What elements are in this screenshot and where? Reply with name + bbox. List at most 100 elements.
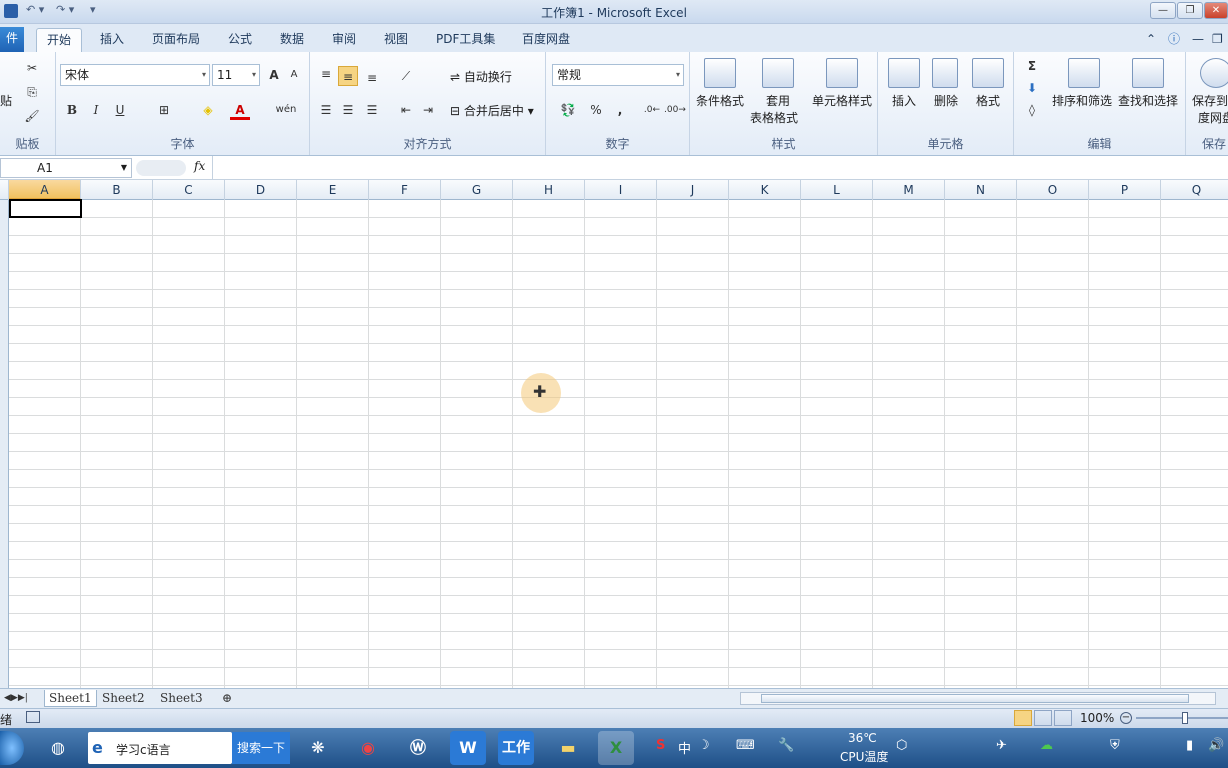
column-header[interactable]: H	[513, 180, 585, 200]
comma-button[interactable]: ,	[610, 100, 630, 120]
zoom-thumb[interactable]	[1182, 712, 1188, 724]
volume-icon[interactable]: 🔊	[1208, 738, 1224, 753]
column-header[interactable]: G	[441, 180, 513, 200]
sogou-ime-icon[interactable]: S	[656, 738, 665, 753]
copy-icon[interactable]: ⎘	[22, 82, 42, 102]
tab-home[interactable]: 开始	[36, 28, 83, 52]
underline-button[interactable]: U	[110, 100, 130, 120]
number-format-select[interactable]: 常规 ▾	[552, 64, 684, 86]
signal-icon[interactable]: ▮	[1186, 738, 1193, 753]
tab-review[interactable]: 审阅	[322, 28, 366, 52]
page-layout-view-icon[interactable]	[1034, 710, 1052, 726]
keyboard-icon[interactable]: ⌨	[736, 738, 755, 753]
column-header[interactable]: N	[945, 180, 1017, 200]
font-family-select[interactable]: 宋体 ▾	[60, 64, 210, 86]
horizontal-scrollbar[interactable]	[740, 692, 1216, 705]
tray-icon-a[interactable]: ✈	[996, 738, 1007, 753]
cut-icon[interactable]: ✂	[22, 58, 42, 78]
insert-cells-button[interactable]: 插入	[892, 92, 916, 109]
phonetic-button[interactable]: wén	[272, 100, 300, 120]
column-header[interactable]: Q	[1161, 180, 1228, 200]
align-bottom-icon[interactable]: ≡	[362, 68, 382, 88]
grow-font-button[interactable]: A	[264, 65, 284, 85]
shield-icon[interactable]: ⛨	[1110, 738, 1120, 753]
border-icon[interactable]: ⊞	[154, 100, 174, 120]
clear-icon[interactable]: ◊	[1022, 100, 1042, 120]
doc-minimize-icon[interactable]: —	[1192, 28, 1204, 52]
paste-button[interactable]: 贴	[0, 92, 12, 109]
restore-button[interactable]: ❐	[1177, 2, 1203, 19]
search-button[interactable]: 搜索一下	[232, 732, 290, 764]
close-button[interactable]: ✕	[1204, 2, 1228, 19]
tab-file[interactable]: 件	[0, 27, 25, 52]
sheet-tab-2[interactable]: Sheet2	[102, 690, 145, 707]
ime-moon-icon[interactable]: ☽	[698, 738, 710, 753]
tab-page-layout[interactable]: 页面布局	[142, 28, 210, 52]
tab-view[interactable]: 视图	[374, 28, 418, 52]
page-break-view-icon[interactable]	[1054, 710, 1072, 726]
accounting-format-icon[interactable]: 💱	[554, 100, 582, 120]
minimize-button[interactable]: —	[1150, 2, 1176, 19]
sheet-tab-3[interactable]: Sheet3	[160, 690, 203, 707]
tools-icon[interactable]: 🔧	[778, 738, 794, 753]
insert-function-button[interactable]: fx	[194, 159, 205, 173]
new-sheet-icon[interactable]: ⊕	[222, 690, 232, 707]
shrink-font-button[interactable]: A	[284, 65, 304, 85]
column-header[interactable]: A	[9, 180, 81, 200]
align-right-icon[interactable]: ☰	[362, 100, 382, 120]
format-painter-icon[interactable]: 🖌	[22, 106, 42, 126]
fill-icon[interactable]: ⬇	[1022, 78, 1042, 98]
autosum-button[interactable]: Σ	[1022, 56, 1042, 76]
tab-insert[interactable]: 插入	[90, 28, 134, 52]
name-box[interactable]: A1 ▼	[0, 158, 132, 178]
ime-mode[interactable]: 中	[678, 738, 691, 757]
collapse-ribbon-icon[interactable]: ⌃	[1146, 28, 1156, 52]
column-header[interactable]: I	[585, 180, 657, 200]
row-headers[interactable]	[0, 200, 9, 688]
doc-restore-icon[interactable]: ❐	[1212, 28, 1223, 52]
zoom-out-icon[interactable]: −	[1120, 712, 1132, 724]
column-header[interactable]: E	[297, 180, 369, 200]
sheet-tab-1[interactable]: Sheet1	[44, 690, 97, 707]
work-app-icon[interactable]: 工作	[498, 731, 534, 765]
sheet-first-icon[interactable]: ◀▶▶|	[4, 690, 28, 707]
conditional-format-button[interactable]: 条件格式	[696, 92, 744, 109]
merge-center-button[interactable]: ⊟ 合并后居中 ▾	[450, 102, 534, 119]
ie-search-box[interactable]: e 学习c语言	[88, 732, 232, 764]
find-select-button[interactable]: 查找和选择	[1118, 92, 1178, 109]
align-center-icon[interactable]: ☰	[338, 100, 358, 120]
chrome-icon[interactable]: ◉	[350, 731, 386, 765]
sort-filter-button[interactable]: 排序和筛选	[1052, 92, 1112, 109]
cell-styles-button[interactable]: 单元格样式	[812, 92, 872, 109]
active-cell-a1[interactable]	[9, 199, 82, 218]
save-to-netdisk-line2[interactable]: 度网盘	[1198, 109, 1228, 126]
decrease-indent-icon[interactable]: ⇤	[396, 100, 416, 120]
font-size-select[interactable]: 11 ▾	[212, 64, 260, 86]
wrap-text-button[interactable]: ⇌ 自动换行	[450, 68, 512, 85]
column-header[interactable]: B	[81, 180, 153, 200]
percent-button[interactable]: %	[586, 100, 606, 120]
increase-indent-icon[interactable]: ⇥	[418, 100, 438, 120]
decrease-decimal-icon[interactable]: .00→	[664, 100, 686, 120]
align-left-icon[interactable]: ☰	[316, 100, 336, 120]
worksheet-grid[interactable]: A B C D E F G H I J K L M N O P Q ✚	[0, 180, 1228, 688]
excel-taskbar-icon[interactable]: X	[598, 731, 634, 765]
column-header[interactable]: O	[1017, 180, 1089, 200]
column-header[interactable]: D	[225, 180, 297, 200]
name-box-dropdown-icon[interactable]: ▼	[121, 159, 127, 177]
colorful-app-icon[interactable]: ◍	[40, 731, 76, 765]
zoom-slider[interactable]: −	[1120, 712, 1228, 724]
table-format-button[interactable]: 表格格式	[750, 109, 798, 126]
macro-record-icon[interactable]	[26, 711, 40, 723]
wps-icon[interactable]: Ⓦ	[400, 731, 436, 765]
column-header[interactable]: P	[1089, 180, 1161, 200]
column-header[interactable]: J	[657, 180, 729, 200]
tab-pdf-tools[interactable]: PDF工具集	[426, 28, 505, 52]
format-cells-button[interactable]: 格式	[976, 92, 1000, 109]
italic-button[interactable]: I	[86, 100, 106, 120]
column-header[interactable]: M	[873, 180, 945, 200]
tab-baidu-netdisk[interactable]: 百度网盘	[512, 28, 580, 52]
scrollbar-thumb[interactable]	[761, 694, 1189, 703]
delete-cells-button[interactable]: 删除	[934, 92, 958, 109]
cell-area[interactable]	[9, 200, 1228, 688]
